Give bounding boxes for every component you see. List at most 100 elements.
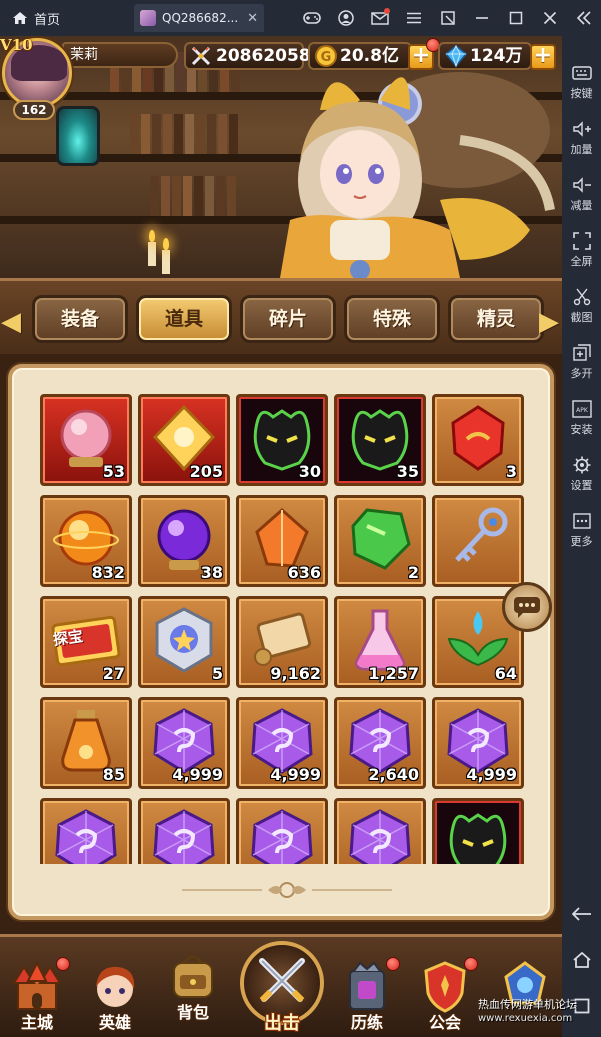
- inventory-item[interactable]: [432, 495, 524, 587]
- player-avatar-button[interactable]: V10 162: [0, 36, 74, 122]
- player-name[interactable]: 茉莉: [62, 42, 178, 68]
- inventory-item[interactable]: 探宝 27: [40, 596, 132, 688]
- menu-icon[interactable]: [397, 0, 431, 36]
- nav-label: 主城: [20, 1013, 53, 1032]
- inventory-item[interactable]: 832: [40, 495, 132, 587]
- inventory-item[interactable]: [40, 798, 132, 864]
- emulator-sidebar: 按键 加量 减量 全屏 截图 多开 APK 安装 设置 更多: [562, 36, 601, 1037]
- popout-icon[interactable]: [431, 0, 465, 36]
- scissors-icon: [573, 288, 590, 306]
- tab-close-icon[interactable]: ✕: [247, 11, 258, 26]
- inventory-item[interactable]: 4,999: [236, 697, 328, 789]
- item-quantity: 53: [102, 462, 125, 481]
- sidebar-volume-up-button[interactable]: 加量: [562, 110, 601, 166]
- mail-notification-dot: [384, 8, 390, 14]
- sidebar-multi-instance-button[interactable]: 多开: [562, 334, 601, 390]
- sidebar-install-apk-button[interactable]: APK 安装: [562, 390, 601, 446]
- sidebar-label: 加量: [570, 143, 593, 156]
- inventory-item[interactable]: 53: [40, 394, 132, 486]
- inventory-item[interactable]: 1,257: [334, 596, 426, 688]
- nav-backpack[interactable]: 背包: [160, 947, 226, 1027]
- volume-down-icon: [572, 177, 591, 193]
- volume-up-icon: [572, 121, 591, 137]
- sidebar-screenshot-button[interactable]: 截图: [562, 278, 601, 334]
- watermark-url: www.rexuexia.com: [478, 1013, 573, 1024]
- combat-power-display: 20862058: [184, 42, 311, 70]
- chat-button[interactable]: [502, 582, 552, 632]
- nav-notification-dot: [386, 957, 400, 971]
- house-icon: [13, 12, 27, 24]
- inventory-item[interactable]: 85: [40, 697, 132, 789]
- tab-special[interactable]: 特殊: [344, 295, 440, 343]
- add-diamonds-button[interactable]: +: [530, 44, 556, 70]
- purple-rune-icon: [251, 809, 313, 864]
- home-tab[interactable]: 首页: [12, 6, 60, 30]
- red-gem-icon: [451, 405, 505, 471]
- user-icon[interactable]: [329, 0, 363, 36]
- candle-decoration: [148, 230, 156, 266]
- nav-sortie[interactable]: 出击: [240, 941, 324, 1037]
- game-tab[interactable]: QQ286682... ✕: [134, 4, 264, 32]
- nav-heroes[interactable]: 英雄: [82, 957, 148, 1037]
- inventory-grid-frame: 53 205 30 35 3 832 38 636 2 探宝 27 5 9,162 1,257 64 85 4,…: [8, 364, 554, 920]
- inventory-item[interactable]: [138, 798, 230, 864]
- inventory-item[interactable]: 30: [236, 394, 328, 486]
- gold-value: 20.8亿: [340, 46, 399, 66]
- nav-main-city[interactable]: 主城: [4, 957, 70, 1037]
- inventory-item[interactable]: 205: [138, 394, 230, 486]
- diamond-value: 124万: [470, 46, 523, 66]
- android-home-button[interactable]: [562, 940, 601, 980]
- watermark-text: 热血传网游单机论坛: [478, 998, 577, 1011]
- inventory-item[interactable]: 636: [236, 495, 328, 587]
- sidebar-label: 截图: [570, 311, 593, 324]
- emulator-titlebar: 首页 QQ286682... ✕: [0, 0, 601, 36]
- tab-equipment[interactable]: 装备: [32, 295, 128, 343]
- combat-power-value: 20862058: [216, 46, 311, 66]
- tab-fragments[interactable]: 碎片: [240, 295, 336, 343]
- collapse-icon[interactable]: [567, 0, 601, 36]
- inventory-item[interactable]: [236, 798, 328, 864]
- silver-medal-icon: [155, 607, 213, 673]
- gold-coin-icon: G: [315, 45, 337, 67]
- minimize-icon[interactable]: [465, 0, 499, 36]
- item-quantity: 636: [287, 563, 321, 582]
- nav-training[interactable]: 历练: [334, 957, 400, 1037]
- tab-items[interactable]: 道具: [136, 295, 232, 343]
- inventory-item[interactable]: [432, 798, 524, 864]
- tab-spirits[interactable]: 精灵: [448, 295, 544, 343]
- inventory-item[interactable]: 2,640: [334, 697, 426, 789]
- sidebar-settings-button[interactable]: 设置: [562, 446, 601, 502]
- nav-label: 英雄: [98, 1013, 131, 1032]
- tabs-scroll-right-icon[interactable]: ▶: [538, 307, 560, 337]
- inventory-item[interactable]: 38: [138, 495, 230, 587]
- inventory-item[interactable]: 5: [138, 596, 230, 688]
- purple-rune-icon: [153, 809, 215, 864]
- inventory-item[interactable]: 4,999: [138, 697, 230, 789]
- sidebar-label: 更多: [570, 535, 593, 548]
- more-icon: [572, 513, 591, 529]
- tabs-scroll-left-icon[interactable]: ◀: [0, 307, 22, 337]
- inventory-item[interactable]: [334, 798, 426, 864]
- mail-icon[interactable]: [363, 0, 397, 36]
- maximize-icon[interactable]: [499, 0, 533, 36]
- inventory-item[interactable]: 4,999: [432, 697, 524, 789]
- sidebar-more-button[interactable]: 更多: [562, 502, 601, 558]
- close-icon[interactable]: [533, 0, 567, 36]
- sidebar-label: 安装: [570, 423, 593, 436]
- inventory-item[interactable]: 9,162: [236, 596, 328, 688]
- inventory-tabs: ◀ 装备 道具 碎片 特殊 精灵 ▶: [0, 278, 562, 354]
- inventory-item[interactable]: 35: [334, 394, 426, 486]
- inventory-item[interactable]: 3: [432, 394, 524, 486]
- inventory-item[interactable]: 2: [334, 495, 426, 587]
- sidebar-volume-down-button[interactable]: 减量: [562, 166, 601, 222]
- game-tab-icon: [140, 10, 156, 26]
- item-quantity: 9,162: [270, 664, 321, 683]
- sidebar-fullscreen-button[interactable]: 全屏: [562, 222, 601, 278]
- android-back-button[interactable]: [562, 894, 601, 934]
- nav-notification-dot: [464, 957, 478, 971]
- sidebar-keymap-button[interactable]: 按键: [562, 54, 601, 110]
- item-quantity: 85: [102, 765, 125, 784]
- gamepad-icon[interactable]: [295, 0, 329, 36]
- nav-guild[interactable]: 公会: [412, 957, 478, 1037]
- inventory-grid[interactable]: 53 205 30 35 3 832 38 636 2 探宝 27 5 9,162 1,257 64 85 4,…: [40, 394, 530, 864]
